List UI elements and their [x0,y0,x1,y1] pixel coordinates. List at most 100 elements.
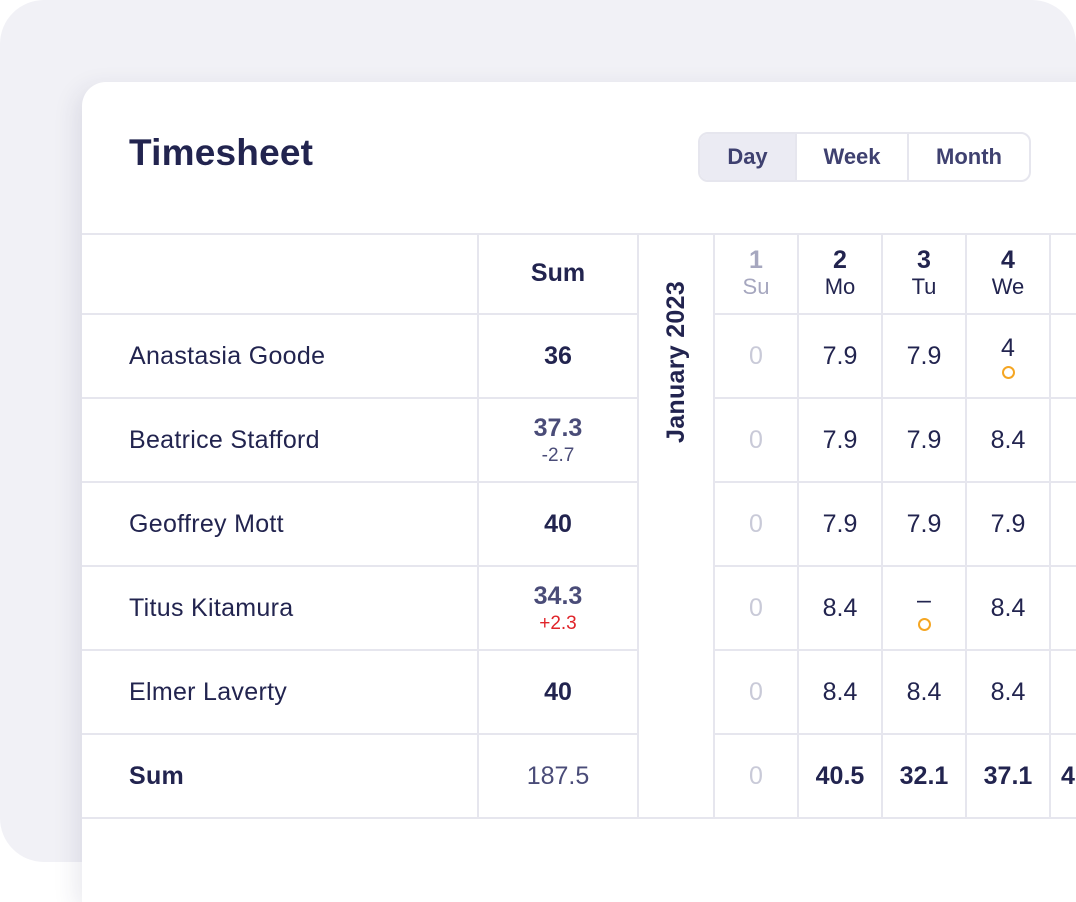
employee-sum-cell: 37.3 -2.7 [479,399,639,483]
employee-sum-cell: 34.3 +2.3 [479,567,639,651]
hours-value: 8.4 [906,677,942,706]
hours-value: 7.9 [906,425,942,454]
hours-value: 0 [749,341,763,370]
day-hours-cell[interactable]: 7.9 [799,315,883,399]
hours-value: 0 [749,425,763,454]
day-header-4[interactable]: 4 We [967,233,1051,315]
day-name: Tu [911,274,937,299]
day-hours-cell[interactable]: – [883,567,967,651]
employee-name: Titus Kitamura [129,593,294,622]
day-number: 3 [917,246,931,274]
day-hours-cell[interactable]: 0 [715,567,799,651]
employee-sum-cell: 40 [479,651,639,735]
hours-value: 8.4 [822,677,858,706]
hours-value: 8.4 [990,425,1026,454]
day-hours-cell[interactable]: 7.9 [799,399,883,483]
view-day-button[interactable]: Day [700,134,797,180]
hours-value: 7.9 [822,341,858,370]
hours-value: 8.4 [822,593,858,622]
day-total-cell: 40.5 [799,735,883,819]
hours-value: 7.9 [822,509,858,538]
employee-sum: 40 [544,677,572,706]
month-label: January 2023 [662,280,690,443]
day-number: 2 [833,246,847,274]
day-hours-cell-partial [1051,651,1076,735]
employee-name: Anastasia Goode [129,341,326,370]
warning-indicator-icon [917,617,931,631]
day-hours-cell[interactable]: 8.4 [799,567,883,651]
day-hours-cell-partial [1051,399,1076,483]
employee-name: Beatrice Stafford [129,425,320,454]
day-hours-cell[interactable]: 8.4 [883,651,967,735]
hours-value: 4 [1001,333,1015,362]
employee-sum: 36 [544,341,572,370]
totals-sum-cell: 187.5 [479,735,639,819]
hours-value: – [917,585,931,614]
day-total: 37.1 [983,761,1033,790]
warning-indicator-icon [1001,365,1015,379]
day-total: 4 [1061,761,1075,790]
day-total: 32.1 [899,761,949,790]
day-hours-cell[interactable]: 0 [715,483,799,567]
employee-name-cell[interactable]: Elmer Laverty [82,651,479,735]
hours-value: 7.9 [822,425,858,454]
day-hours-cell[interactable]: 8.4 [799,651,883,735]
day-total-cell: 32.1 [883,735,967,819]
day-number: 1 [749,246,763,274]
month-column: January 2023 [639,233,715,819]
day-hours-cell[interactable]: 8.4 [967,399,1051,483]
day-total-cell: 37.1 [967,735,1051,819]
grand-total: 187.5 [526,761,590,790]
employee-name-cell[interactable]: Anastasia Goode [82,315,479,399]
day-name: Su [742,274,770,299]
hours-value: 7.9 [906,341,942,370]
day-total: 40.5 [815,761,865,790]
employee-name-cell[interactable]: Geoffrey Mott [82,483,479,567]
day-hours-cell[interactable]: 7.9 [883,399,967,483]
totals-label: Sum [129,761,185,790]
hours-value: 0 [749,677,763,706]
employee-name: Geoffrey Mott [129,509,284,538]
day-header-2[interactable]: 2 Mo [799,233,883,315]
sum-header-cell: Sum [479,233,639,315]
hours-value: 0 [749,593,763,622]
sum-difference: +2.3 [539,612,577,634]
sum-difference: -2.7 [541,444,575,466]
sum-column-header: Sum [530,258,586,287]
hours-value: 0 [749,509,763,538]
day-hours-cell[interactable]: 8.4 [967,567,1051,651]
employee-sum: 34.3 [533,581,583,610]
day-header-partial [1051,233,1076,315]
hours-value: 7.9 [906,509,942,538]
page-title: Timesheet [129,132,314,173]
timesheet-card: Timesheet Day Week Month Sum January 2023… [82,82,1076,902]
day-hours-cell[interactable]: 8.4 [967,651,1051,735]
day-hours-cell[interactable]: 7.9 [967,483,1051,567]
employee-sum-cell: 40 [479,483,639,567]
employee-name: Elmer Laverty [129,677,288,706]
employee-sum-cell: 36 [479,315,639,399]
day-hours-cell[interactable]: 7.9 [799,483,883,567]
day-total-cell: 4 [1051,735,1076,819]
hours-value: 8.4 [990,677,1026,706]
day-total-cell: 0 [715,735,799,819]
view-switcher: Day Week Month [698,132,1031,182]
hours-value: 8.4 [990,593,1026,622]
day-hours-cell-partial [1051,483,1076,567]
view-month-button[interactable]: Month [909,134,1029,180]
day-hours-cell[interactable]: 7.9 [883,315,967,399]
day-hours-cell[interactable]: 0 [715,315,799,399]
employee-name-cell[interactable]: Beatrice Stafford [82,399,479,483]
day-hours-cell[interactable]: 0 [715,399,799,483]
employee-sum: 37.3 [533,413,583,442]
day-hours-cell-partial [1051,315,1076,399]
employee-name-cell[interactable]: Titus Kitamura [82,567,479,651]
day-hours-cell[interactable]: 0 [715,651,799,735]
day-header-1[interactable]: 1 Su [715,233,799,315]
day-header-3[interactable]: 3 Tu [883,233,967,315]
employee-sum: 40 [544,509,572,538]
day-hours-cell-partial [1051,567,1076,651]
day-hours-cell[interactable]: 7.9 [883,483,967,567]
day-hours-cell[interactable]: 4 [967,315,1051,399]
view-week-button[interactable]: Week [797,134,909,180]
